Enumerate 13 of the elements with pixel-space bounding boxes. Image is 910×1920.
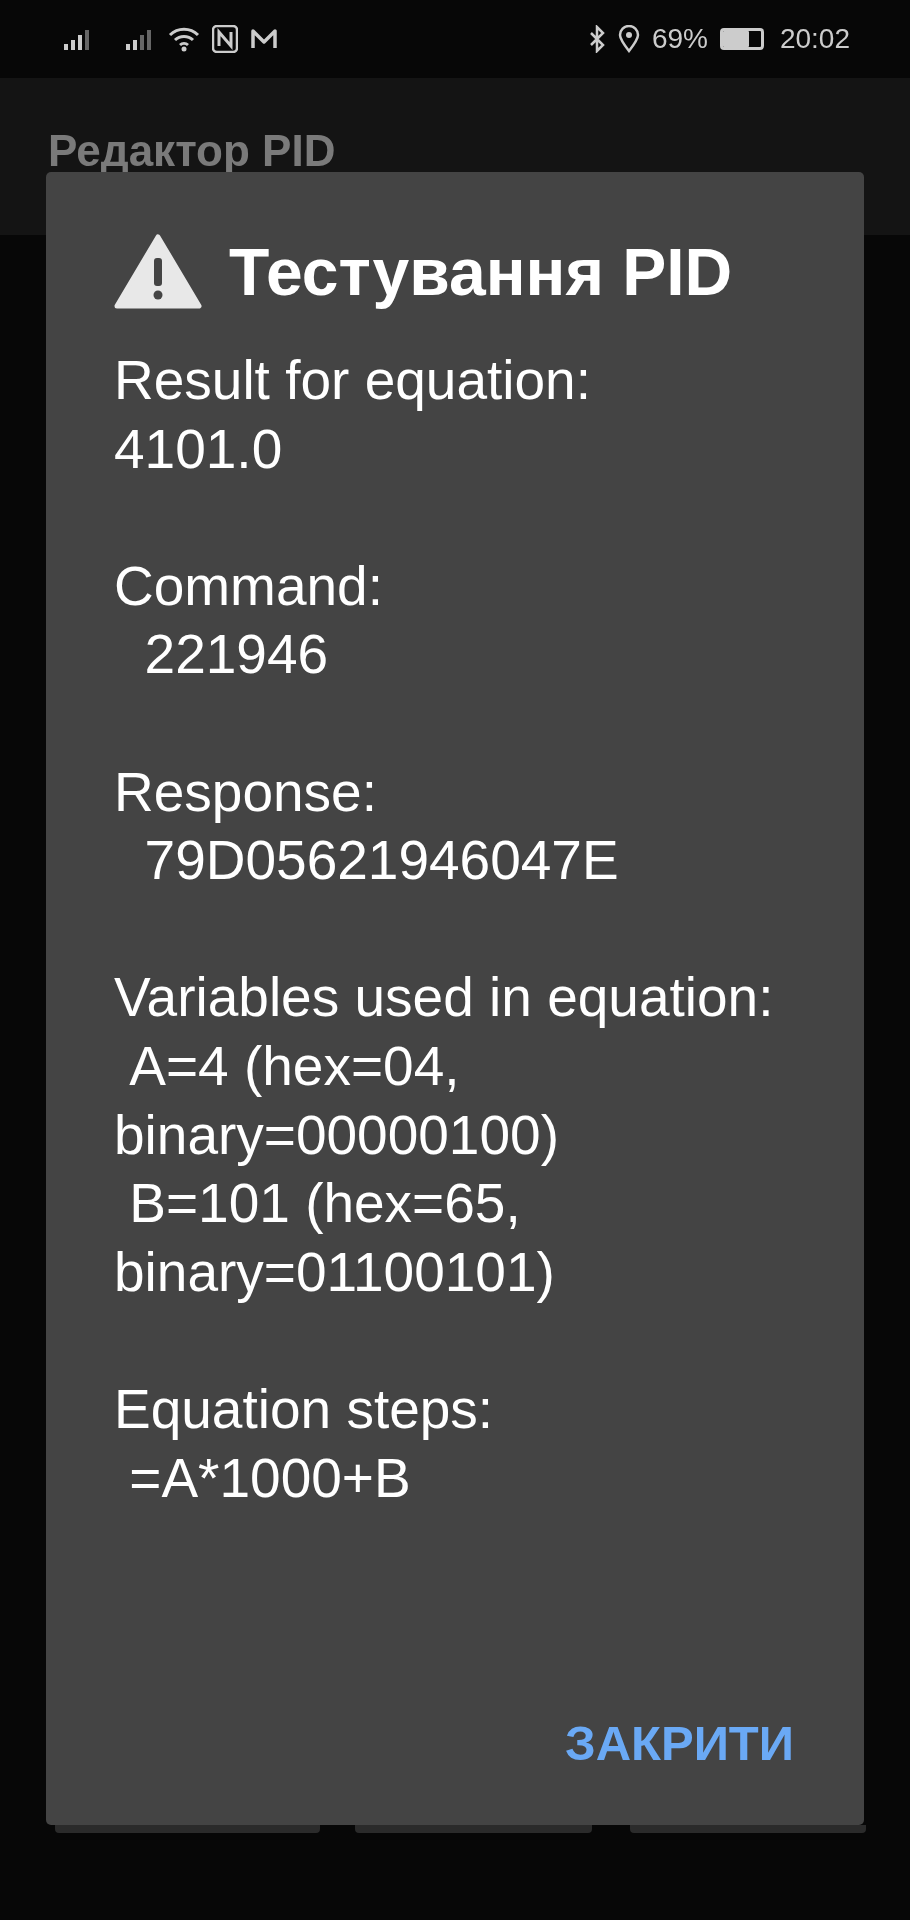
dialog-message: Result for equation: 4101.0 Command: 221946 Response: 79D05621946047E Variables used in equation: A=4 (hex=04, binary=00000100) B=101 (hex=65, binary=01100101) Equation steps: =A*1000+B <box>114 348 775 1511</box>
dialog-title: Тестування PID <box>229 234 733 310</box>
bluetooth-icon <box>587 25 606 53</box>
app-title: Редактор PID <box>48 126 336 176</box>
wifi-icon <box>168 26 200 52</box>
battery-icon <box>719 28 764 50</box>
warning-icon <box>114 234 202 310</box>
mail-icon <box>250 27 278 51</box>
location-icon <box>617 25 640 53</box>
battery-percent: 69% <box>651 23 708 55</box>
clock: 20:02 <box>779 23 850 55</box>
nfc-icon <box>212 25 238 53</box>
close-button[interactable]: ЗАКРИТИ <box>564 1705 794 1781</box>
